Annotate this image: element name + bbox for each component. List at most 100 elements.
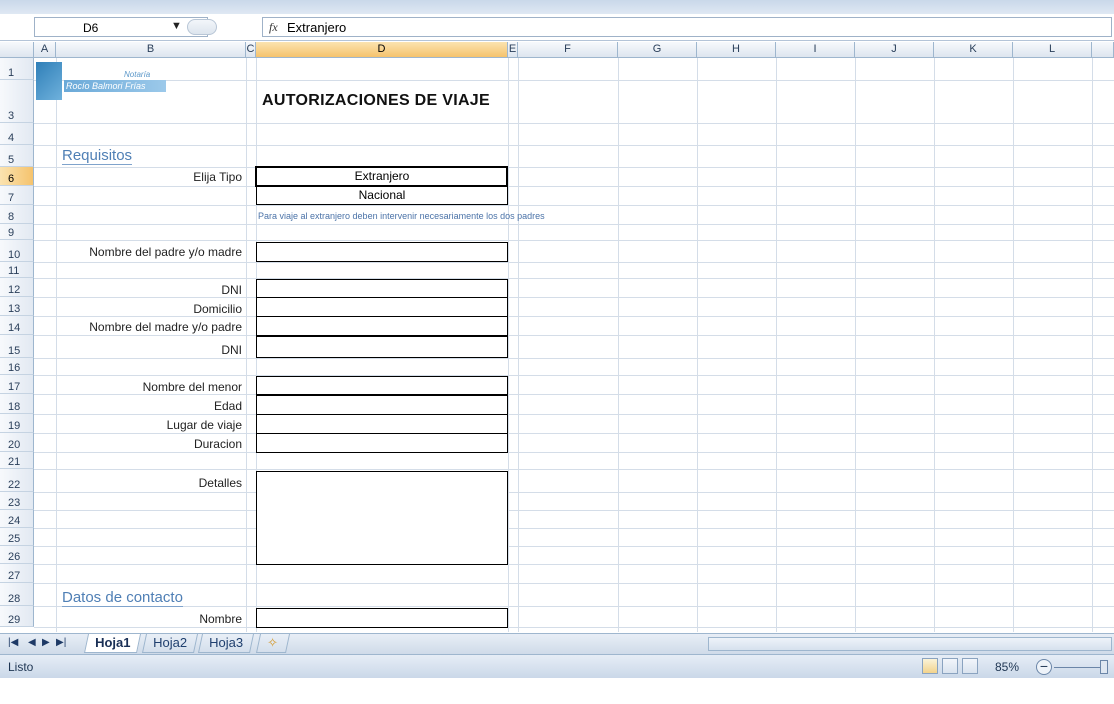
label-lugar: Lugar de viaje <box>166 418 242 432</box>
row-header-12[interactable]: 12 <box>0 278 34 297</box>
insert-sheet-button[interactable]: ✧ <box>255 634 291 653</box>
lugar-field[interactable] <box>256 414 508 434</box>
status-ready: Listo <box>8 660 34 674</box>
row-header-10[interactable]: 10 <box>0 240 34 262</box>
option-nacional-cell[interactable]: Nacional <box>256 186 508 205</box>
gridline <box>34 452 1114 453</box>
label-nombre: Nombre <box>199 612 242 626</box>
gridline <box>34 297 1114 298</box>
column-header-d[interactable]: D <box>256 42 508 58</box>
column-header-l[interactable]: L <box>1013 42 1092 58</box>
select-all-corner[interactable] <box>0 42 34 58</box>
gridline <box>34 583 1114 584</box>
column-header-b[interactable]: B <box>56 42 246 58</box>
row-header-23[interactable]: 23 <box>0 492 34 510</box>
row-header-8[interactable]: 8 <box>0 205 34 224</box>
gridline <box>34 224 1114 225</box>
gridline <box>34 316 1114 317</box>
zoom-slider-track[interactable] <box>1054 667 1104 668</box>
label-menor: Nombre del menor <box>142 380 242 394</box>
row-header-29[interactable]: 29 <box>0 606 34 627</box>
row-header-20[interactable]: 20 <box>0 433 34 452</box>
horizontal-scrollbar[interactable] <box>708 637 1112 651</box>
page-layout-view-button[interactable] <box>942 658 958 674</box>
page-break-view-button[interactable] <box>962 658 978 674</box>
row-header-22[interactable]: 22 <box>0 469 34 492</box>
name-box-resize-handle[interactable] <box>187 19 217 35</box>
zoom-slider-thumb[interactable] <box>1100 660 1108 674</box>
duracion-field[interactable] <box>256 433 508 453</box>
name-box[interactable]: D6 ▼ <box>34 17 217 37</box>
domicilio-field[interactable] <box>256 297 508 317</box>
first-sheet-icon[interactable]: |◀ <box>8 637 18 648</box>
insert-function-icon[interactable]: fx <box>269 20 278 35</box>
row-header-24[interactable]: 24 <box>0 510 34 528</box>
tab-hoja1[interactable]: Hoja1 <box>83 634 142 653</box>
column-header-h[interactable]: H <box>697 42 776 58</box>
row-header-5[interactable]: 5 <box>0 145 34 167</box>
row-header-19[interactable]: 19 <box>0 414 34 433</box>
row-header-1[interactable]: 1 <box>0 58 34 80</box>
detalles-field[interactable] <box>256 471 508 565</box>
gridline <box>34 123 1114 124</box>
tab-hoja3[interactable]: Hoja3 <box>197 634 254 653</box>
dni-1-field[interactable] <box>256 279 508 298</box>
formula-bar: D6 ▼ fx Extranjero <box>0 14 1114 41</box>
edad-field[interactable] <box>256 395 508 415</box>
chevron-down-icon[interactable]: ▼ <box>171 20 182 32</box>
column-header-a[interactable]: A <box>34 42 56 58</box>
row-header-27[interactable]: 27 <box>0 564 34 583</box>
row-header-13[interactable]: 13 <box>0 297 34 316</box>
row-header-18[interactable]: 18 <box>0 394 34 414</box>
row-header-17[interactable]: 17 <box>0 375 34 394</box>
zoom-out-button[interactable]: − <box>1036 659 1052 675</box>
last-sheet-icon[interactable]: ▶| <box>56 637 66 648</box>
window-top-strip <box>0 0 1114 14</box>
row-header-16[interactable]: 16 <box>0 358 34 375</box>
formula-input[interactable]: fx Extranjero <box>262 17 1112 37</box>
column-header-i[interactable]: I <box>776 42 855 58</box>
column-header-k[interactable]: K <box>934 42 1013 58</box>
gridline <box>34 528 1114 529</box>
tab-hoja2[interactable]: Hoja2 <box>141 634 198 653</box>
column-header-f[interactable]: F <box>518 42 618 58</box>
gridline <box>34 414 1114 415</box>
section-requisitos: Requisitos <box>62 147 133 165</box>
column-header-e[interactable]: E <box>508 42 518 58</box>
nombre-field[interactable] <box>256 608 508 628</box>
page-title: AUTORIZACIONES DE VIAJE <box>262 92 490 109</box>
column-header-g[interactable]: G <box>618 42 697 58</box>
zoom-level[interactable]: 85% <box>995 660 1019 674</box>
gridline <box>34 564 1114 565</box>
row-header-3[interactable]: 3 <box>0 80 34 123</box>
below-window-area <box>0 678 1114 704</box>
gridline <box>34 510 1114 511</box>
row-header-28[interactable]: 28 <box>0 583 34 606</box>
row-header-14[interactable]: 14 <box>0 316 34 335</box>
row-header-21[interactable]: 21 <box>0 452 34 469</box>
label-detalles: Detalles <box>198 476 242 490</box>
row-header-4[interactable]: 4 <box>0 123 34 145</box>
dni-2-field[interactable] <box>256 336 508 358</box>
column-header-c[interactable]: C <box>246 42 256 58</box>
row-header-9[interactable]: 9 <box>0 224 34 240</box>
row-header-11[interactable]: 11 <box>0 262 34 278</box>
gridline <box>34 80 1114 81</box>
normal-view-button[interactable] <box>922 658 938 674</box>
madre-field[interactable] <box>256 316 508 336</box>
row-header-26[interactable]: 26 <box>0 546 34 564</box>
menor-field[interactable] <box>256 376 508 395</box>
column-header-j[interactable]: J <box>855 42 934 58</box>
padre-field[interactable] <box>256 242 508 262</box>
formula-value: Extranjero <box>287 20 347 35</box>
sheet-tab-bar: |◀ ◀ ▶ ▶| Hoja1 Hoja2 Hoja3 ✧ <box>0 633 1114 654</box>
gridline <box>34 606 1114 607</box>
label-elija-tipo: Elija Tipo <box>193 170 242 184</box>
row-header-6[interactable]: 6 <box>0 167 34 186</box>
column-header-m[interactable] <box>1092 42 1114 58</box>
row-header-15[interactable]: 15 <box>0 335 34 358</box>
row-header-25[interactable]: 25 <box>0 528 34 546</box>
prev-sheet-icon[interactable]: ◀ <box>28 637 36 648</box>
next-sheet-icon[interactable]: ▶ <box>42 637 50 648</box>
row-header-7[interactable]: 7 <box>0 186 34 205</box>
